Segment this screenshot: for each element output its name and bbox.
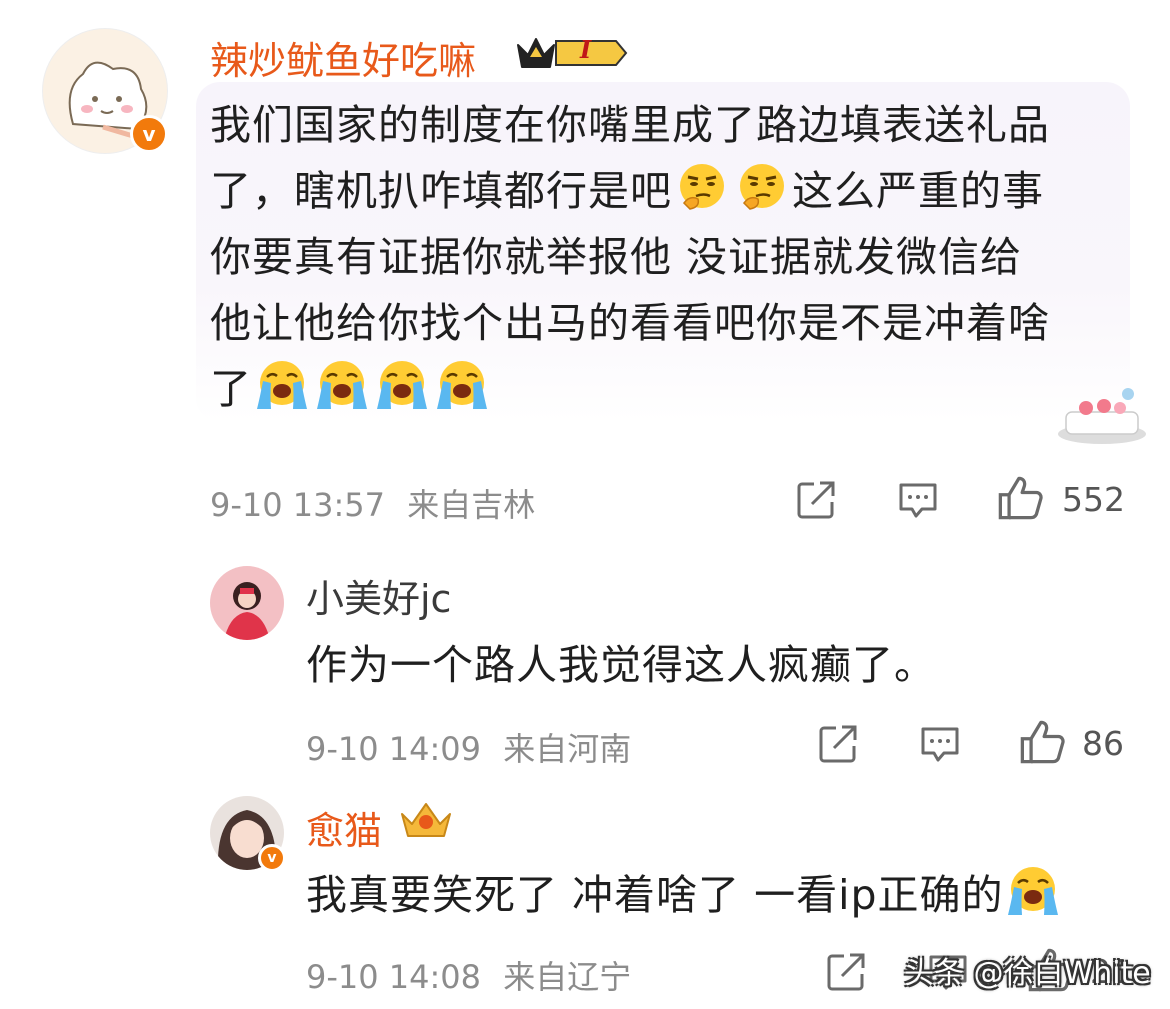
thinking-emoji-icon: [734, 159, 790, 215]
like-icon[interactable]: [996, 474, 1044, 522]
comment-text-line: 了，瞎机扒咋填都行是吧 这么严重的事: [210, 158, 1130, 224]
comment-text-fragment: 了: [210, 365, 252, 413]
like-icon[interactable]: [1018, 718, 1066, 766]
comment-time: 9-10 13:57: [210, 486, 386, 524]
share-icon[interactable]: [794, 478, 838, 522]
membership-level: I: [580, 35, 592, 64]
comment-meta: 9-10 13:57 来自吉林: [210, 480, 535, 526]
reply-location: 来自河南: [503, 730, 632, 768]
comment-username[interactable]: 辣炒鱿鱼好吃嘛: [210, 30, 476, 85]
verified-badge: v: [258, 844, 286, 872]
reply-username[interactable]: 愈猫: [306, 800, 382, 855]
comment-text-line: 你要真有证据你就举报他 没证据就发微信给: [210, 233, 1023, 281]
share-icon[interactable]: [824, 950, 868, 994]
crying-emoji-icon: [314, 357, 370, 413]
reply-location: 来自辽宁: [503, 958, 632, 996]
like-count: 552: [1062, 480, 1125, 519]
comment-icon[interactable]: [918, 722, 962, 766]
avatar[interactable]: [210, 566, 284, 640]
reply-username[interactable]: 小美好jc: [306, 568, 451, 623]
reply-text: 作为一个路人我觉得这人疯癫了。: [306, 641, 936, 689]
crying-emoji-icon: [434, 357, 490, 413]
crying-emoji-icon: [374, 357, 430, 413]
comment-location: 来自吉林: [407, 486, 536, 524]
verified-badge: v: [130, 115, 168, 153]
crying-emoji-icon: [254, 357, 310, 413]
comment-text: 我们国家的制度在你嘴里成了路边填表送礼品 了，瞎机扒咋填都行是吧 这么严重的事 你…: [210, 92, 1130, 422]
thinking-emoji-icon: [674, 159, 730, 215]
comment-text-line: 了: [210, 356, 1130, 422]
membership-crown-badge: [398, 800, 454, 842]
reply-time: 9-10 14:09: [306, 730, 482, 768]
reply-meta: 9-10 14:09 来自河南: [306, 724, 631, 770]
comment-text-fragment: 这么严重的事: [792, 167, 1044, 215]
comment-icon[interactable]: [896, 478, 940, 522]
share-icon[interactable]: [816, 722, 860, 766]
membership-crown-badge: I: [516, 33, 628, 73]
reply-time: 9-10 14:08: [306, 958, 482, 996]
reply-text-fragment: 我真要笑死了 冲着啥了 一看ip正确的: [306, 871, 1004, 919]
like-count: 86: [1082, 724, 1124, 763]
reply-text: 我真要笑死了 冲着啥了 一看ip正确的: [306, 862, 1063, 928]
crying-emoji-icon: [1005, 863, 1061, 919]
watermark: 头条 @徐白White: [904, 956, 1151, 991]
reply-meta: 9-10 14:08 来自辽宁: [306, 952, 631, 998]
comment-text-fragment: 了，瞎机扒咋填都行是吧: [210, 167, 672, 215]
comment-text-line: 他让他给你找个出马的看看吧你是不是冲着啥: [210, 299, 1050, 347]
comment-text-line: 我们国家的制度在你嘴里成了路边填表送礼品: [210, 101, 1050, 149]
